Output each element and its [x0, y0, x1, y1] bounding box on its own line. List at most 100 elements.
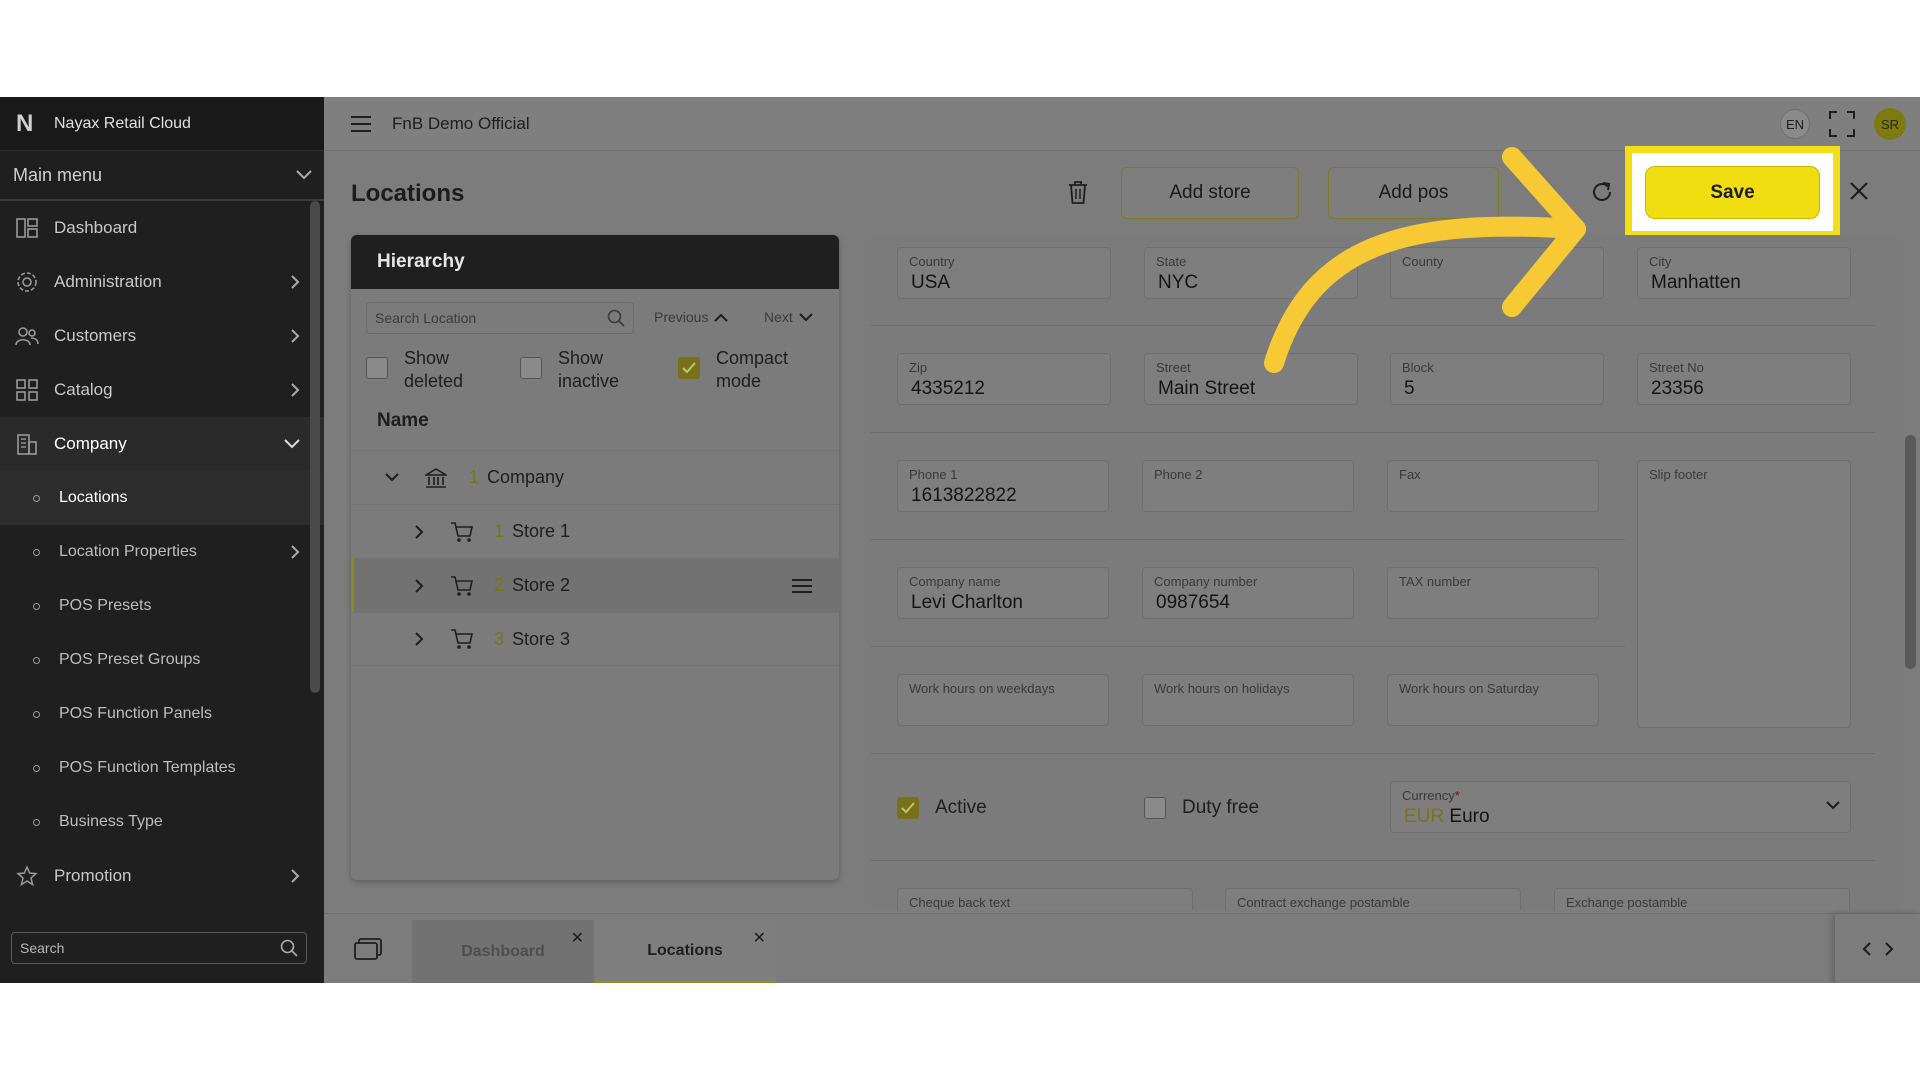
sidebar-search-input[interactable]: Search [11, 932, 307, 964]
row-menu-icon[interactable] [791, 578, 813, 594]
tab-locations[interactable]: Locations ✕ [594, 920, 776, 983]
divider [870, 753, 1875, 754]
tree-row-company[interactable]: 1 Company [351, 450, 839, 504]
main-menu-label: Main menu [13, 164, 103, 185]
street-no-field[interactable]: Street No 23356 [1637, 353, 1851, 405]
work-hours-holidays-field[interactable]: Work hours on holidays [1142, 674, 1354, 726]
sidebar-item-promotion[interactable]: Promotion [0, 849, 324, 903]
location-search-input[interactable]: Search Location [366, 302, 634, 334]
sidebar-subitem-pos-function-panels[interactable]: POS Function Panels [0, 687, 324, 741]
divider [870, 432, 1875, 433]
checkbox-box[interactable] [678, 357, 700, 379]
close-tab-icon[interactable]: ✕ [571, 928, 584, 948]
slip-footer-textarea[interactable]: Slip footer [1637, 460, 1851, 728]
show-inactive-label: Show inactive [558, 347, 619, 393]
main-menu-toggle[interactable]: Main menu [0, 151, 324, 201]
chevron-up-icon [714, 313, 729, 322]
chevron-right-icon[interactable] [415, 524, 424, 539]
dashboard-icon [15, 216, 39, 240]
next-button[interactable]: Next [764, 309, 813, 325]
tree-row-store-3[interactable]: 3 Store 3 [351, 612, 839, 666]
tab-dashboard[interactable]: Dashboard ✕ [412, 920, 594, 983]
country-field[interactable]: Country USA [897, 247, 1111, 299]
work-hours-weekdays-field[interactable]: Work hours on weekdays [897, 674, 1109, 726]
phone1-field[interactable]: Phone 1 1613822822 [897, 460, 1109, 512]
search-icon[interactable] [607, 309, 625, 327]
tax-number-field[interactable]: TAX number [1387, 567, 1599, 619]
sidebar-subitem-label: POS Function Panels [59, 705, 212, 722]
cheque-back-text-field[interactable]: Cheque back text [897, 888, 1193, 910]
windows-icon[interactable] [354, 938, 382, 960]
sidebar-subitem-label: POS Presets [59, 597, 152, 614]
checkbox-box[interactable] [1144, 797, 1166, 819]
checkbox-box[interactable] [366, 357, 388, 379]
currency-select[interactable]: Currency* EUR Euro [1390, 781, 1851, 833]
show-inactive-checkbox[interactable]: Show inactive [520, 347, 619, 393]
chevron-down-icon[interactable] [385, 473, 399, 482]
fax-field[interactable]: Fax [1387, 460, 1599, 512]
close-icon[interactable] [1848, 180, 1870, 202]
chevron-right-icon[interactable] [415, 632, 424, 646]
sidebar-item-customers[interactable]: Customers [0, 309, 324, 363]
sidebar-subitem-location-properties[interactable]: Location Properties [0, 525, 324, 579]
tree-row-store-1[interactable]: 1 Store 1 [351, 504, 839, 558]
currency-name: Euro [1449, 806, 1490, 827]
brand-bar: N Nayax Retail Cloud [0, 97, 324, 151]
sidebar-item-dashboard[interactable]: Dashboard [0, 201, 324, 255]
sidebar-item-administration[interactable]: Administration [0, 255, 324, 309]
form-scrollbar[interactable] [1905, 435, 1916, 669]
chevron-right-icon[interactable] [1884, 941, 1894, 957]
close-tab-icon[interactable]: ✕ [753, 928, 766, 948]
chevron-down-icon [296, 170, 312, 180]
sidebar-item-company[interactable]: Company [0, 417, 324, 471]
fullscreen-icon[interactable] [1828, 110, 1856, 138]
contract-exchange-postamble-field[interactable]: Contract exchange postamble [1225, 888, 1521, 910]
active-checkbox[interactable]: Active [897, 797, 987, 819]
duty-free-label: Duty free [1182, 797, 1260, 818]
next-label: Next [764, 309, 793, 325]
compact-mode-line2: mode [716, 371, 762, 391]
sidebar-scrollbar[interactable] [310, 201, 320, 693]
previous-button[interactable]: Previous [654, 309, 729, 325]
hamburger-menu-icon[interactable] [348, 115, 374, 133]
sidebar-subitem-pos-function-templates[interactable]: POS Function Templates [0, 741, 324, 795]
check-icon [901, 802, 915, 814]
field-label: Exchange postamble [1566, 895, 1688, 910]
save-button[interactable]: Save [1645, 166, 1820, 219]
refresh-icon[interactable] [1589, 179, 1615, 205]
sidebar-subitem-locations[interactable]: Locations [0, 471, 324, 525]
tree-row-store-2[interactable]: 2 Store 2 [351, 558, 839, 612]
sidebar-subitem-label: Locations [59, 489, 128, 506]
sidebar-item-catalog[interactable]: Catalog [0, 363, 324, 417]
bullet-icon [33, 548, 40, 556]
phone2-field[interactable]: Phone 2 [1142, 460, 1354, 512]
chevron-left-icon[interactable] [1862, 941, 1872, 957]
checkbox-box[interactable] [897, 797, 919, 819]
sidebar-subitem-business-type[interactable]: Business Type [0, 795, 324, 849]
trash-icon[interactable] [1066, 179, 1090, 205]
company-number-field[interactable]: Company number 0987654 [1142, 567, 1354, 619]
field-value: Manhatten [1651, 272, 1741, 293]
company-name-field[interactable]: Company name Levi Charlton [897, 567, 1109, 619]
user-avatar[interactable]: SR [1874, 108, 1906, 140]
compact-mode-checkbox[interactable]: Compact mode [678, 347, 788, 393]
gear-icon [15, 270, 39, 294]
sidebar-search-placeholder: Search [20, 940, 65, 956]
language-switcher[interactable]: EN [1780, 109, 1810, 139]
field-value: 0987654 [1156, 592, 1230, 613]
duty-free-checkbox[interactable]: Duty free [1144, 797, 1259, 819]
work-hours-saturday-field[interactable]: Work hours on Saturday [1387, 674, 1599, 726]
field-label: Company name [909, 574, 1001, 589]
exchange-postamble-field[interactable]: Exchange postamble [1554, 888, 1850, 910]
sidebar-subitem-pos-preset-groups[interactable]: POS Preset Groups [0, 633, 324, 687]
sidebar-subitem-pos-presets[interactable]: POS Presets [0, 579, 324, 633]
city-field[interactable]: City Manhatten [1637, 247, 1851, 299]
chevron-right-icon[interactable] [415, 578, 424, 593]
show-deleted-checkbox[interactable]: Show deleted [366, 347, 463, 393]
zip-field[interactable]: Zip 4335212 [897, 353, 1111, 405]
bullet-icon [33, 764, 40, 772]
checkbox-box[interactable] [520, 357, 542, 379]
divider [870, 539, 1625, 540]
chevron-right-icon [291, 545, 300, 559]
search-icon[interactable] [280, 939, 298, 957]
